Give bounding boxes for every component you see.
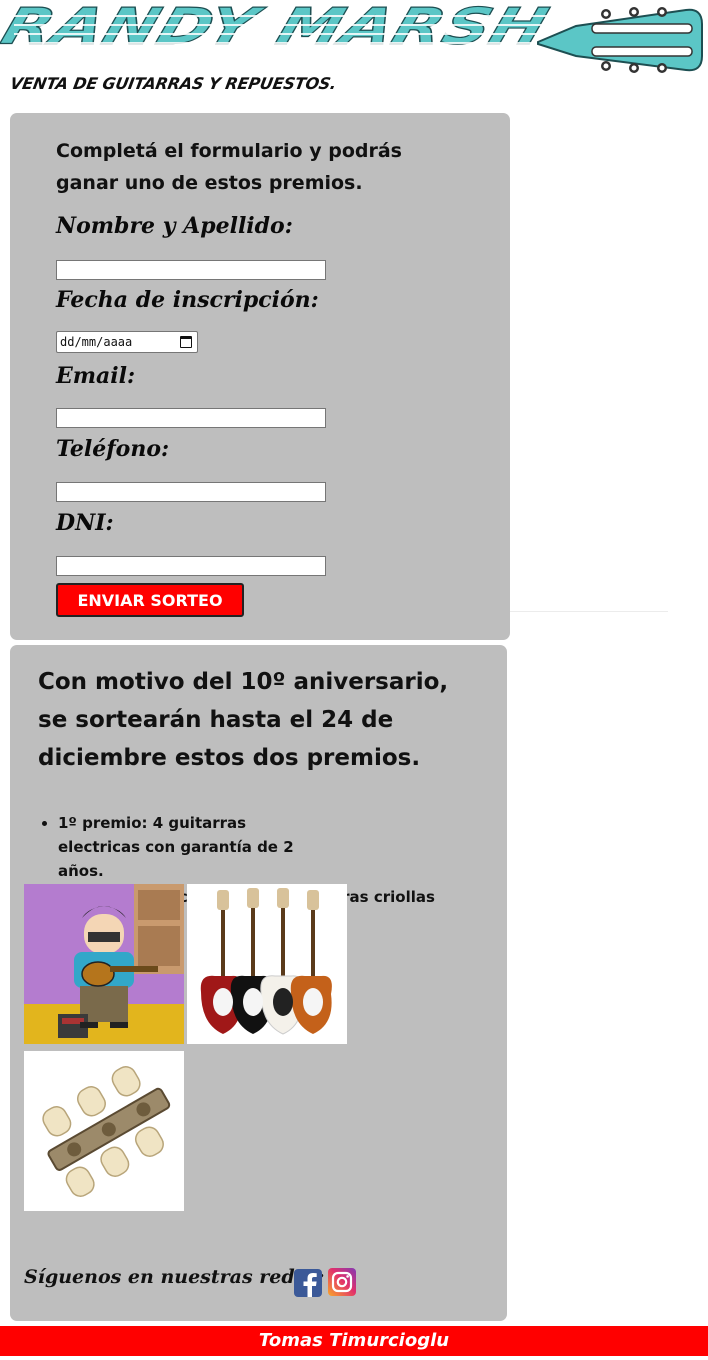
submit-button[interactable]: ENVIAR SORTEO (56, 583, 244, 617)
phone-input[interactable] (56, 482, 326, 502)
dni-label: DNI: (56, 510, 114, 536)
social-label: Síguenos en nuestras redes: (24, 1266, 325, 1288)
logo-title: RANDY MARSH (0, 0, 556, 57)
footer-author: Tomas Timurcioglu (258, 1330, 450, 1351)
instagram-icon[interactable] (328, 1268, 356, 1296)
name-label: Nombre y Apellido: (56, 213, 293, 239)
email-label: Email: (56, 363, 136, 389)
calendar-icon[interactable] (180, 336, 192, 348)
tuning-pegs-image (24, 1051, 184, 1211)
electric-guitars-image (187, 884, 347, 1044)
logo-subtitle: VENTA DE GUITARRAS Y REPUESTOS. (8, 74, 338, 93)
date-placeholder: dd/mm/aaaa (60, 335, 133, 349)
date-input[interactable]: dd/mm/aaaa (56, 331, 198, 353)
guitar-headstock-icon (537, 7, 703, 73)
randy-guitar-image (24, 884, 184, 1044)
email-input[interactable] (56, 408, 326, 428)
phone-label: Teléfono: (56, 436, 170, 462)
divider (510, 611, 668, 612)
dni-input[interactable] (56, 556, 326, 576)
registration-form-panel: Completá el formulario y podrás ganar un… (10, 113, 510, 640)
facebook-icon[interactable] (294, 1269, 322, 1297)
form-intro: Completá el formulario y podrás ganar un… (56, 140, 402, 194)
date-label: Fecha de inscripción: (56, 287, 319, 313)
prize-item-1: 1º premio: 4 guitarras electricas con ga… (58, 811, 308, 883)
promo-panel: Con motivo del 10º aniversario, se sorte… (10, 645, 507, 1321)
promo-heading: Con motivo del 10º aniversario, se sorte… (38, 669, 449, 771)
footer: Tomas Timurcioglu (0, 1326, 708, 1356)
name-input[interactable] (56, 260, 326, 280)
site-logo: RANDY MARSH VENTA DE GUITARRAS Y REPUEST… (0, 0, 708, 100)
